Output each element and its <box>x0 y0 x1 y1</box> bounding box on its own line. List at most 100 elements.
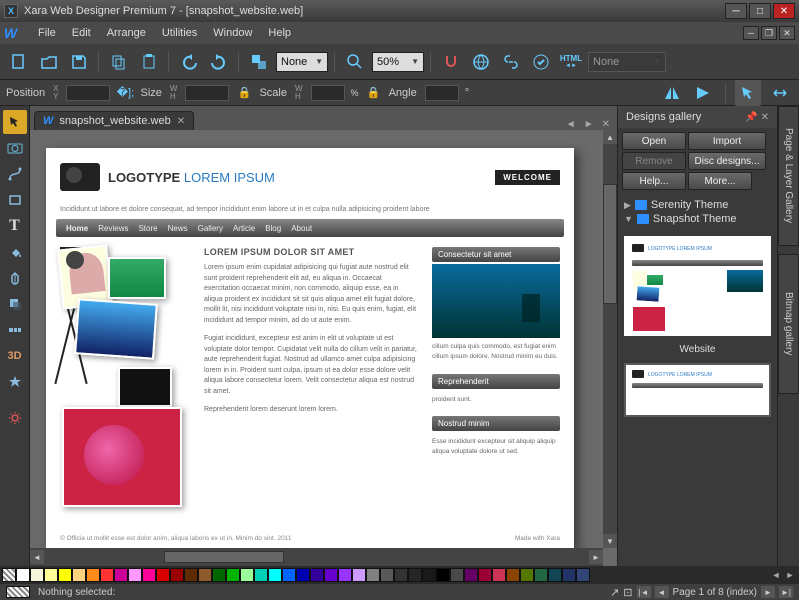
flip-v-button[interactable] <box>691 80 717 106</box>
color-swatch[interactable] <box>254 568 268 582</box>
color-swatch[interactable] <box>562 568 576 582</box>
fill-tool[interactable] <box>3 240 27 264</box>
group-button[interactable] <box>246 49 272 75</box>
menu-edit[interactable]: Edit <box>64 25 99 41</box>
color-swatch[interactable] <box>86 568 100 582</box>
variant-combo[interactable]: None▼ <box>588 52 666 72</box>
scroll-left-button[interactable]: ◄ <box>30 550 44 564</box>
snap-button[interactable] <box>438 49 464 75</box>
window-close-button[interactable]: ✕ <box>773 3 795 19</box>
extrude-tool[interactable]: 3D <box>3 344 27 368</box>
color-swatch[interactable] <box>464 568 478 582</box>
nav-item[interactable]: News <box>168 224 188 233</box>
gallery-import-button[interactable]: Import <box>688 132 766 150</box>
color-swatch[interactable] <box>520 568 534 582</box>
doc-restore-button[interactable]: ❐ <box>761 26 777 40</box>
doc-minimize-button[interactable]: ─ <box>743 26 759 40</box>
color-swatch[interactable] <box>142 568 156 582</box>
color-swatch[interactable] <box>128 568 142 582</box>
nav-item[interactable]: Blog <box>265 224 281 233</box>
scroll-up-button[interactable]: ▲ <box>603 130 617 144</box>
color-swatch[interactable] <box>114 568 128 582</box>
color-swatch[interactable] <box>156 568 170 582</box>
scroll-down-button[interactable]: ▼ <box>603 534 617 548</box>
sidetab-bitmap[interactable]: Bitmap gallery <box>778 254 799 394</box>
color-swatch[interactable] <box>324 568 338 582</box>
new-button[interactable] <box>6 49 32 75</box>
color-next-button[interactable]: ► <box>783 568 797 582</box>
color-swatch[interactable] <box>422 568 436 582</box>
no-color-swatch[interactable] <box>2 568 16 582</box>
pointer-mode-button[interactable] <box>735 80 761 106</box>
export-button[interactable] <box>528 49 554 75</box>
color-swatch[interactable] <box>268 568 282 582</box>
scroll-thumb[interactable] <box>603 184 617 304</box>
color-swatch[interactable] <box>310 568 324 582</box>
color-swatch[interactable] <box>184 568 198 582</box>
menu-arrange[interactable]: Arrange <box>99 25 154 41</box>
horizontal-scrollbar[interactable]: ◄ ► <box>30 548 603 566</box>
window-maximize-button[interactable]: □ <box>749 3 771 19</box>
page-canvas[interactable]: LOGOTYPE LOREM IPSUM WELCOME Incididunt … <box>46 148 574 548</box>
color-swatch[interactable] <box>408 568 422 582</box>
document-tab[interactable]: W snapshot_website.web ✕ <box>34 111 194 130</box>
position-input[interactable] <box>66 85 110 101</box>
gallery-help-button[interactable]: Help... <box>622 172 686 190</box>
html-button[interactable]: HTML◄► <box>558 49 584 75</box>
lock-pos-button[interactable]: �]; <box>116 84 134 102</box>
nav-item[interactable]: Article <box>233 224 255 233</box>
nav-item[interactable]: Store <box>138 224 157 233</box>
page-first-button[interactable]: |◄ <box>637 586 651 598</box>
current-fill-swatch[interactable] <box>6 586 30 598</box>
color-swatch[interactable] <box>534 568 548 582</box>
tree-item-serenity[interactable]: ▶Serenity Theme <box>624 198 771 212</box>
undo-button[interactable] <box>176 49 202 75</box>
pin-icon[interactable]: 📌 ✕ <box>745 112 769 123</box>
link-button[interactable] <box>498 49 524 75</box>
color-swatch[interactable] <box>492 568 506 582</box>
color-prev-button[interactable]: ◄ <box>769 568 783 582</box>
vertical-scrollbar[interactable]: ▲ ▼ <box>603 130 617 548</box>
tab-close-all-button[interactable]: ✕ <box>599 119 613 130</box>
color-swatch[interactable] <box>58 568 72 582</box>
color-swatch[interactable] <box>100 568 114 582</box>
color-swatch[interactable] <box>44 568 58 582</box>
color-swatch[interactable] <box>30 568 44 582</box>
redo-button[interactable] <box>206 49 232 75</box>
snap-indicator-icon[interactable]: ⊡ <box>623 586 632 599</box>
lock-size-button[interactable]: 🔒 <box>235 84 253 102</box>
copy-button[interactable] <box>106 49 132 75</box>
gallery-thumb-2[interactable]: LOGOTYPE LOREM IPSUM <box>624 363 771 417</box>
rectangle-tool[interactable] <box>3 188 27 212</box>
text-tool[interactable]: T <box>3 214 27 238</box>
preview-button[interactable] <box>468 49 494 75</box>
tree-item-snapshot[interactable]: ▼Snapshot Theme <box>624 212 771 226</box>
scroll-right-button[interactable]: ► <box>589 550 603 564</box>
page-prev-button[interactable]: ◄ <box>655 586 669 598</box>
photo-tool[interactable] <box>3 136 27 160</box>
color-swatch[interactable] <box>576 568 590 582</box>
menu-help[interactable]: Help <box>260 25 299 41</box>
color-swatch[interactable] <box>170 568 184 582</box>
color-swatch[interactable] <box>506 568 520 582</box>
page-next-button[interactable]: ► <box>761 586 775 598</box>
color-swatch[interactable] <box>478 568 492 582</box>
transparency-tool[interactable] <box>3 266 27 290</box>
menu-utilities[interactable]: Utilities <box>154 25 205 41</box>
live-drag-icon[interactable]: ↗ <box>610 586 619 599</box>
canvas-viewport[interactable]: LOGOTYPE LOREM IPSUM WELCOME Incididunt … <box>30 130 617 566</box>
scale-mode-button[interactable] <box>767 80 793 106</box>
color-swatch[interactable] <box>380 568 394 582</box>
color-swatch[interactable] <box>16 568 30 582</box>
scale-input[interactable] <box>311 85 345 101</box>
lock-scale-button[interactable]: 🔒 <box>365 84 383 102</box>
window-minimize-button[interactable]: ─ <box>725 3 747 19</box>
navbar-tool[interactable] <box>3 318 27 342</box>
color-swatch[interactable] <box>226 568 240 582</box>
gallery-disc-button[interactable]: Disc designs... <box>688 152 766 170</box>
shadow-tool[interactable] <box>3 292 27 316</box>
gallery-open-button[interactable]: Open <box>622 132 686 150</box>
color-swatch[interactable] <box>282 568 296 582</box>
color-swatch[interactable] <box>352 568 366 582</box>
zoom-combo[interactable]: 50%▼ <box>372 52 424 72</box>
